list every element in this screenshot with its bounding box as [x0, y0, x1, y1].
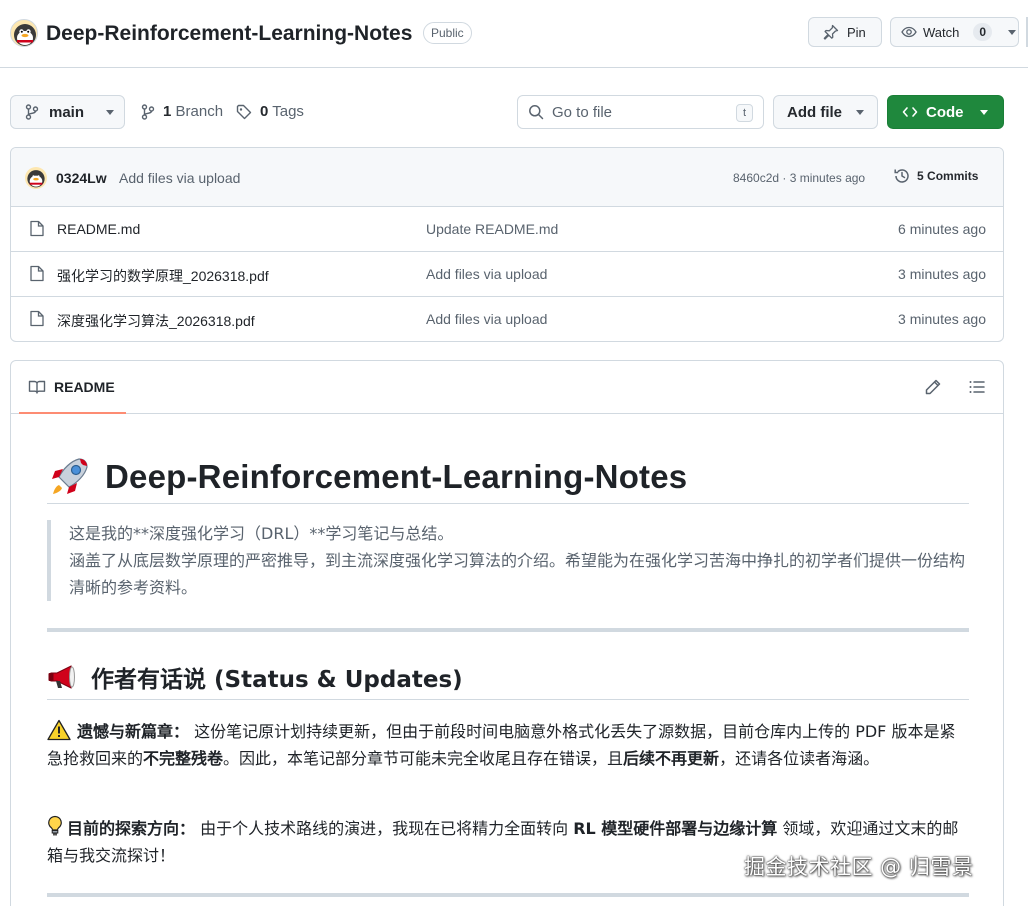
- regrets-text-2: 。因此，本笔记部分章节可能未完全收尾且存在错误，且: [223, 749, 624, 768]
- chevron-down-icon: [1008, 29, 1017, 35]
- tags-count: 0: [260, 103, 269, 120]
- direction-text-1: 由于个人技术路线的演进，我现在已将精力全面转向: [200, 819, 569, 838]
- branches-count: 1: [163, 103, 172, 120]
- readme-header: README: [11, 361, 1003, 414]
- pin-label: Pin: [847, 24, 866, 40]
- tags-link[interactable]: 0 Tags: [236, 103, 304, 120]
- readme-tab[interactable]: README: [19, 361, 126, 414]
- repo-name[interactable]: Deep-Reinforcement-Learning-Notes: [46, 20, 412, 48]
- file-age: 3 minutes ago: [898, 311, 986, 327]
- file-row[interactable]: README.md Update README.md 6 minutes ago: [11, 207, 1003, 252]
- branches-link[interactable]: 1 Branch: [141, 103, 223, 120]
- branch-icon: [25, 104, 39, 120]
- commit-author[interactable]: 0324Lw: [56, 170, 107, 186]
- file-commit-message[interactable]: Add files via upload: [426, 266, 547, 282]
- commits-label: Commits: [927, 169, 979, 183]
- add-file-label: Add file: [787, 103, 842, 121]
- book-icon: [28, 379, 46, 395]
- file-commit-message[interactable]: Add files via upload: [426, 311, 547, 327]
- watermark: 掘金技术社区 @ 归雪景: [744, 855, 974, 879]
- commit-meta[interactable]: 8460c2d · 3 minutes ago: [733, 171, 865, 185]
- pencil-icon[interactable]: [924, 378, 942, 396]
- branches-label: Branch: [175, 103, 224, 120]
- lightbulb-icon: [47, 815, 63, 837]
- readme-title: Deep-Reinforcement-Learning-Notes: [47, 450, 969, 504]
- shortcut-key: t: [736, 104, 753, 122]
- file-commit-message[interactable]: Update README.md: [426, 221, 558, 237]
- code-label: Code: [926, 103, 964, 121]
- file-row[interactable]: 深度强化学习算法_2026318.pdf Add files via uploa…: [11, 297, 1003, 341]
- readme-panel: README Deep-Reinforcement-Learning-Notes…: [10, 360, 1004, 906]
- horizontal-rule: [47, 893, 969, 897]
- status-heading-text: 作者有话说 (Status & Updates): [91, 667, 463, 693]
- file-row[interactable]: 强化学习的数学原理_2026318.pdf Add files via uplo…: [11, 252, 1003, 297]
- watch-label: Watch: [923, 24, 960, 40]
- chevron-down-icon: [856, 109, 864, 115]
- repo-header: Deep-Reinforcement-Learning-Notes Public…: [0, 0, 1028, 68]
- regrets-bold-1: 不完整残卷: [143, 749, 224, 768]
- horizontal-rule: [47, 628, 969, 632]
- watch-button[interactable]: Watch 0: [890, 17, 1019, 47]
- file-name[interactable]: 深度强化学习算法_2026318.pdf: [57, 311, 255, 331]
- branch-name: main: [49, 103, 85, 121]
- pin-button[interactable]: Pin: [808, 17, 882, 47]
- commit-author-avatar[interactable]: [25, 167, 47, 189]
- file-age: 3 minutes ago: [898, 266, 986, 282]
- tags-label: Tags: [272, 103, 304, 120]
- file-listing: 0324Lw Add files via upload 8460c2d · 3 …: [10, 147, 1004, 342]
- go-to-file-field[interactable]: t: [517, 95, 764, 129]
- file-icon: [30, 220, 44, 237]
- owner-avatar[interactable]: [10, 19, 38, 47]
- eye-icon: [901, 24, 917, 40]
- commits-link[interactable]: 5 Commits: [893, 167, 978, 185]
- tag-icon: [236, 104, 252, 120]
- regrets-label: 遗憾与新篇章：: [77, 722, 190, 741]
- watch-count: 0: [973, 23, 993, 41]
- chevron-down-icon: [106, 109, 115, 115]
- paragraph-regrets: 遗憾与新篇章： 这份笔记原计划持续更新，但由于前段时间电脑意外格式化丢失了源数据…: [47, 718, 969, 772]
- quote-line: 涵盖了从底层数学原理的严密推导，到主流深度强化学习算法的介绍。希望能为在强化学习…: [69, 551, 966, 597]
- quote-line: 这是我的**深度强化学习（DRL）**学习笔记与总结。: [69, 524, 454, 543]
- warning-icon: [47, 719, 71, 741]
- file-name[interactable]: 强化学习的数学原理_2026318.pdf: [57, 266, 269, 286]
- regrets-bold-2: 后续不再更新: [623, 749, 720, 768]
- rocket-icon: [47, 455, 91, 499]
- regrets-text-3: ，还请各位读者海涵。: [719, 749, 880, 768]
- chevron-down-icon: [979, 109, 988, 115]
- file-icon: [30, 265, 44, 282]
- readme-tab-label: README: [54, 378, 115, 395]
- add-file-button[interactable]: Add file: [773, 95, 878, 129]
- status-heading: 作者有话说 (Status & Updates): [47, 655, 969, 700]
- pin-icon: [823, 24, 839, 40]
- direction-bold-1: RL 模型硬件部署与边缘计算: [573, 819, 778, 838]
- megaphone-icon: [47, 664, 79, 690]
- readme-title-text: Deep-Reinforcement-Learning-Notes: [105, 457, 688, 495]
- file-icon: [30, 310, 44, 327]
- code-button[interactable]: Code: [887, 95, 1004, 129]
- latest-commit-bar: 0324Lw Add files via upload 8460c2d · 3 …: [11, 148, 1003, 207]
- search-icon: [528, 104, 544, 120]
- file-age: 6 minutes ago: [898, 221, 986, 237]
- branch-select-button[interactable]: main: [10, 95, 125, 129]
- commits-count: 5: [917, 169, 924, 183]
- commit-message[interactable]: Add files via upload: [119, 170, 240, 186]
- history-icon: [893, 167, 911, 185]
- go-to-file-input[interactable]: [552, 103, 732, 121]
- direction-label: 目前的探索方向：: [67, 819, 196, 838]
- branch-icon: [141, 103, 155, 120]
- file-name[interactable]: README.md: [57, 221, 140, 237]
- code-icon: [902, 104, 918, 120]
- readme-blockquote: 这是我的**深度强化学习（DRL）**学习笔记与总结。 涵盖了从底层数学原理的严…: [47, 520, 969, 601]
- visibility-badge: Public: [423, 22, 472, 44]
- outline-list-icon[interactable]: [968, 378, 986, 396]
